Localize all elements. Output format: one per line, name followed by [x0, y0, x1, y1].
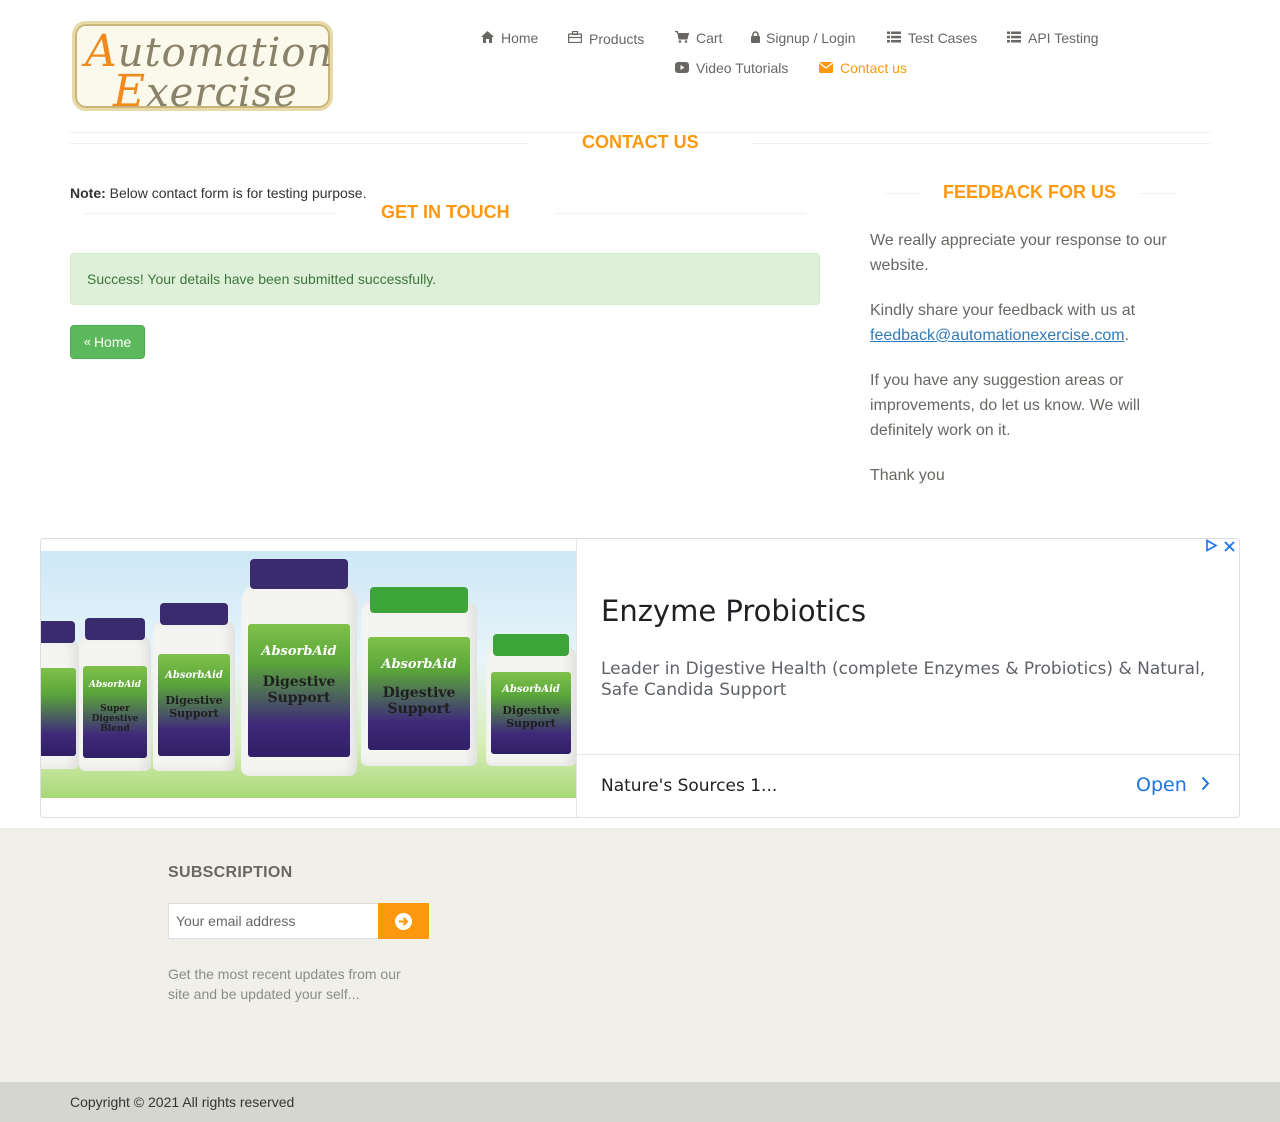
double-chevron-left-icon: « [83, 333, 91, 349]
nav-api-testing[interactable]: API Testing [1007, 30, 1099, 46]
home-button-label: Home [93, 334, 132, 350]
site-logo[interactable]: Automation Exercise [72, 21, 333, 111]
ad-divider-horizontal [577, 754, 1239, 755]
title-rule-left [70, 143, 528, 144]
note-label: Note: [70, 185, 106, 201]
nav-home[interactable]: Home [480, 30, 538, 46]
ad-bottle: AbsorbAid Digestive Support [241, 559, 357, 776]
ad-headline[interactable]: Enzyme Probiotics [601, 594, 866, 628]
title-rule-right [752, 143, 1210, 144]
page-title: Contact Us [582, 132, 699, 152]
ad-bottle: AbsorbAid Super Digestive Blend [79, 618, 151, 771]
ad-bottle [41, 621, 79, 769]
nav-test-cases[interactable]: Test Cases [887, 30, 977, 46]
nav-products-label: Products [589, 31, 645, 47]
advertisement[interactable]: AbsorbAid Super Digestive Blend AbsorbAid… [40, 538, 1240, 818]
ad-close-icon[interactable] [1224, 539, 1235, 555]
chevron-right-icon [1201, 774, 1210, 796]
products-icon [567, 30, 583, 46]
form-note: Note: Below contact form is for testing … [70, 185, 366, 201]
feedback-title: Feedback For Us [943, 182, 1117, 202]
feedback-rule-left [885, 193, 920, 194]
ad-open-label: Open [1136, 774, 1187, 796]
nav-home-label: Home [501, 30, 539, 46]
subscribe-button[interactable] [378, 903, 429, 939]
nav-video-tutorials[interactable]: Video Tutorials [675, 60, 788, 76]
nav-test-cases-label: Test Cases [908, 30, 978, 46]
feedback-para-2-end: . [1124, 327, 1130, 344]
ad-product-image[interactable]: AbsorbAid Super Digestive Blend AbsorbAid… [41, 551, 576, 798]
nav-products[interactable]: Products [567, 30, 645, 47]
feedback-email-link[interactable]: feedback@automationexercise.com [870, 327, 1125, 344]
nav-contact-us[interactable]: Contact us [819, 60, 907, 76]
ad-bottle: AbsorbAid Digestive Support [153, 603, 235, 771]
subscription-title: SUBSCRIPTION [168, 864, 293, 881]
adchoices-icon[interactable] [1205, 539, 1218, 555]
home-button[interactable]: « Home [70, 325, 145, 359]
envelope-icon [819, 61, 833, 76]
lock-icon [750, 30, 760, 46]
feedback-para-2: Kindly share your feedback with us at fe… [870, 298, 1190, 348]
touch-rule-left [84, 213, 336, 214]
note-text: Below contact form is for testing purpos… [105, 185, 367, 201]
cart-icon [675, 30, 690, 46]
touch-rule-right [555, 213, 806, 214]
nav-cart-label: Cart [696, 30, 723, 46]
list-icon [887, 31, 901, 46]
ad-controls [1205, 539, 1235, 555]
feedback-para-2-text: Kindly share your feedback with us at [870, 302, 1136, 319]
feedback-para-4: Thank you [870, 467, 945, 484]
subscription-email-input[interactable] [168, 903, 379, 939]
success-alert: Success! Your details have been submitte… [70, 253, 820, 305]
ad-bottle: AbsorbAid Digestive Support [486, 634, 576, 766]
nav-cart[interactable]: Cart [675, 30, 722, 46]
get-in-touch-title: Get In Touch [381, 202, 510, 222]
feedback-rule-right [1140, 193, 1175, 194]
ad-divider-vertical [576, 539, 577, 817]
ad-bottle: AbsorbAid Digestive Support [361, 587, 477, 766]
nav-signup-login[interactable]: Signup / Login [750, 30, 856, 46]
logo-line-2: Exercise [113, 66, 298, 111]
nav-signup-login-label: Signup / Login [766, 30, 856, 46]
arrow-circle-right-icon [395, 912, 412, 930]
ad-description[interactable]: Leader in Digestive Health (complete Enz… [601, 659, 1221, 701]
nav-api-testing-label: API Testing [1028, 30, 1099, 46]
nav-video-tutorials-label: Video Tutorials [696, 60, 789, 76]
copyright: Copyright © 2021 All rights reserved [70, 1094, 295, 1110]
list-icon [1007, 31, 1021, 46]
feedback-para-3: If you have any suggestion areas or impr… [870, 372, 1141, 439]
home-icon [480, 30, 494, 46]
ad-advertiser[interactable]: Nature's Sources 1... [601, 776, 777, 796]
subscription-text: Get the most recent updates from our sit… [168, 966, 401, 1002]
ad-open-button[interactable]: Open [1136, 774, 1210, 796]
nav-contact-us-label: Contact us [840, 60, 907, 76]
logo-line-2-rest: xercise [146, 70, 298, 111]
feedback-para-1: We really appreciate your response to ou… [870, 232, 1167, 274]
youtube-icon [675, 61, 689, 76]
